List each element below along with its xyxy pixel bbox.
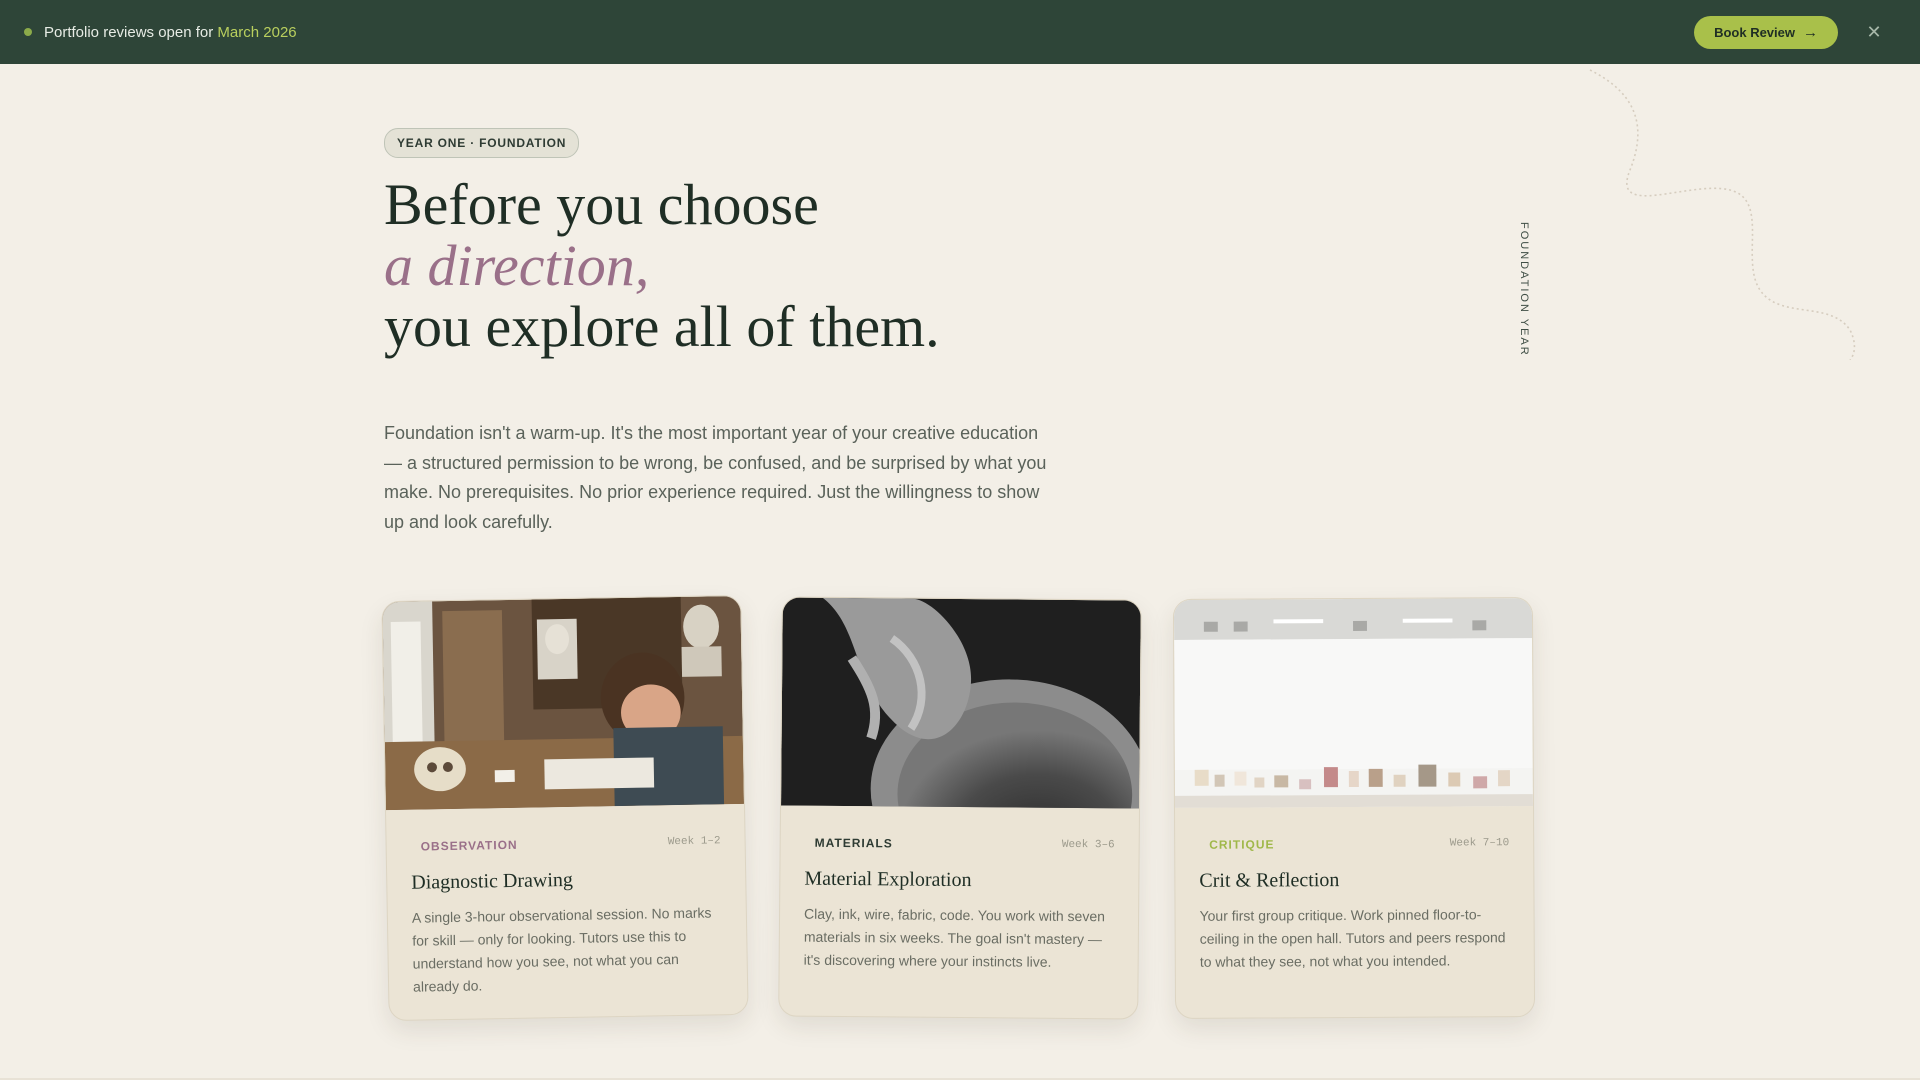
card-body: MATERIALS Week 3–6 Material Exploration … — [780, 835, 1139, 974]
card-body: OBSERVATION Week 1–2 Diagnostic Drawing … — [387, 834, 748, 999]
student-drawing-photo — [382, 595, 744, 811]
year-pill: YEAR ONE · FOUNDATION — [384, 128, 580, 158]
card-description: Clay, ink, wire, fabric, code. You work … — [803, 905, 1106, 970]
vertical-side-label: FOUNDATION YEAR — [1518, 222, 1530, 357]
arrow-right-icon: → — [1803, 23, 1818, 41]
announcement-text: Portfolio reviews open for March 2026 — [44, 24, 297, 41]
decorative-squiggle — [1589, 69, 1856, 360]
card-tag: CRITIQUE — [1209, 837, 1275, 852]
card-body: CRITIQUE Week 7–10 Crit & Reflection You… — [1175, 836, 1534, 974]
status-dot-icon — [24, 28, 32, 36]
gallery-wall-photo — [1173, 598, 1533, 808]
page-title: Before you choose a direction, you explo… — [384, 174, 1104, 357]
intro-paragraph: Foundation isn't a warm-up. It's the mos… — [384, 423, 1047, 532]
card-description: Your first group critique. Work pinned f… — [1199, 906, 1506, 970]
headline-line-1: Before you choose — [384, 172, 819, 237]
card-week: Week 1–2 — [667, 835, 721, 849]
hero-section: YEAR ONE · FOUNDATION Before you choose … — [384, 128, 1104, 537]
card-observation[interactable]: OBSERVATION Week 1–2 Diagnostic Drawing … — [381, 594, 749, 1022]
book-review-button[interactable]: Book Review → — [1694, 15, 1838, 49]
card-week: Week 7–10 — [1449, 837, 1510, 850]
close-icon[interactable]: ✕ — [1864, 22, 1884, 43]
card-critique[interactable]: CRITIQUE Week 7–10 Crit & Reflection You… — [1172, 597, 1536, 1019]
card-title: Crit & Reflection — [1199, 869, 1340, 892]
card-description: A single 3-hour observational session. N… — [411, 904, 712, 995]
card-materials[interactable]: MATERIALS Week 3–6 Material Exploration … — [778, 596, 1142, 1020]
card-tag: OBSERVATION — [420, 837, 518, 854]
announcement-prefix: Portfolio reviews open for — [44, 23, 214, 41]
book-review-label: Book Review — [1714, 24, 1795, 40]
card-meta: CRITIQUE Week 7–10 — [1199, 836, 1509, 852]
card-week: Week 3–6 — [1061, 838, 1115, 852]
headline-line-2: a direction, — [384, 233, 650, 298]
clay-pottery-photo — [781, 597, 1141, 809]
card-title: Diagnostic Drawing — [411, 868, 574, 894]
card-meta: MATERIALS Week 3–6 — [805, 836, 1115, 853]
card-title: Material Exploration — [804, 867, 972, 892]
announcement-highlight: March 2026 — [217, 23, 297, 41]
card-meta: OBSERVATION Week 1–2 — [411, 834, 721, 853]
card-tag: MATERIALS — [814, 835, 893, 851]
announcement-bar: Portfolio reviews open for March 2026 Bo… — [0, 0, 1920, 64]
headline-line-3: you explore all of them. — [384, 294, 940, 359]
